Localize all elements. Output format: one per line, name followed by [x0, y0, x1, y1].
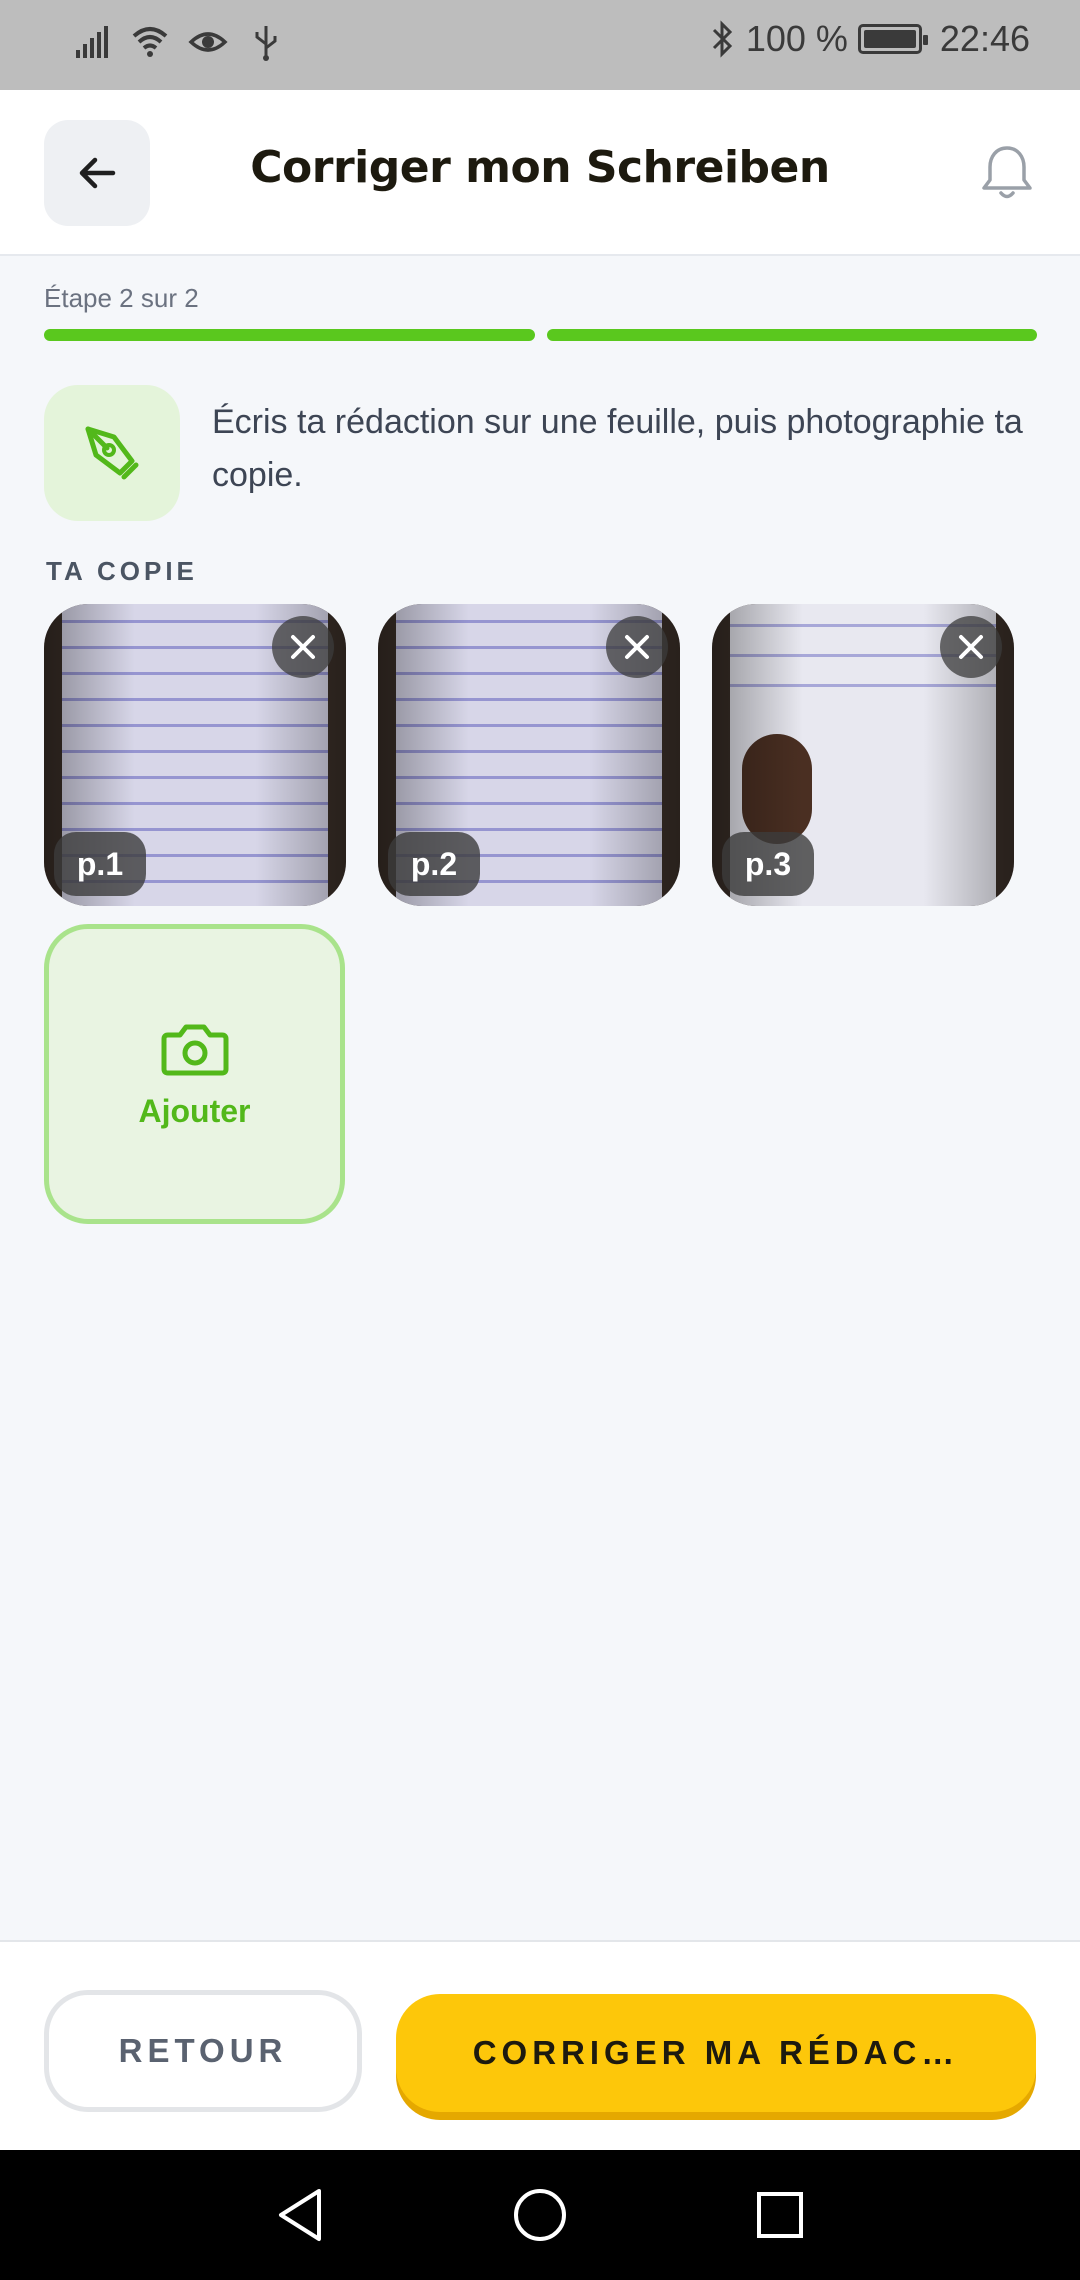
clock: 22:46 [939, 18, 1030, 59]
submit-correction-button[interactable]: CORRIGER MA RÉDAC… [396, 1994, 1036, 2112]
square-recents-icon [757, 2192, 803, 2238]
triangle-back-icon [279, 2189, 321, 2241]
signal-icon [76, 26, 108, 58]
pen-nib-icon [85, 426, 139, 480]
close-icon [959, 635, 983, 659]
system-navigation-bar [0, 2150, 1080, 2280]
add-page-button[interactable]: Ajouter [44, 924, 345, 1224]
remove-page-button[interactable] [606, 616, 668, 678]
battery-icon [857, 24, 928, 54]
page-badge: p.2 [388, 832, 480, 896]
page-badge: p.3 [722, 832, 814, 896]
bell-icon[interactable] [974, 140, 1040, 206]
add-page-label: Ajouter [138, 1092, 251, 1129]
app-header: Corriger mon Schreiben [0, 90, 1080, 256]
nav-home-button[interactable] [507, 2182, 573, 2248]
step-segment-1 [44, 329, 535, 341]
close-icon [625, 635, 649, 659]
circle-home-icon [514, 2189, 566, 2241]
battery-percent: 100 % [745, 18, 848, 59]
step-label: Étape 2 sur 2 [44, 283, 199, 313]
bottom-action-bar: RETOUR CORRIGER MA RÉDAC… [0, 1940, 1080, 2150]
nav-back-button[interactable] [267, 2182, 333, 2248]
camera-icon [161, 1024, 228, 1075]
close-icon [291, 635, 315, 659]
eye-icon [188, 32, 228, 52]
page-title: Corriger mon Schreiben [250, 142, 830, 193]
bluetooth-icon [712, 20, 732, 58]
nav-recents-button[interactable] [747, 2182, 813, 2248]
instruction-text: Écris ta rédaction sur une feuille, puis… [212, 403, 1023, 494]
copy-section-label: TA COPIE [46, 556, 198, 586]
status-bar: 100 % 22:46 [0, 0, 1080, 90]
step-segment-2 [546, 329, 1037, 341]
usb-icon [255, 26, 277, 61]
status-icons-right: 100 % 22:46 [710, 18, 1030, 60]
page-thumbnail-2[interactable]: p.2 [378, 604, 680, 906]
instruction-icon-box [44, 385, 180, 521]
status-icons-left [72, 22, 286, 62]
remove-page-button[interactable] [272, 616, 334, 678]
step-progress [44, 329, 1037, 341]
page-thumbnail-3[interactable]: p.3 [712, 604, 1014, 906]
remove-page-button[interactable] [940, 616, 1002, 678]
page-thumbnail-1[interactable]: p.1 [44, 604, 346, 906]
page-badge: p.1 [54, 832, 146, 896]
wifi-icon [132, 27, 168, 57]
back-action-button[interactable]: RETOUR [44, 1990, 362, 2112]
